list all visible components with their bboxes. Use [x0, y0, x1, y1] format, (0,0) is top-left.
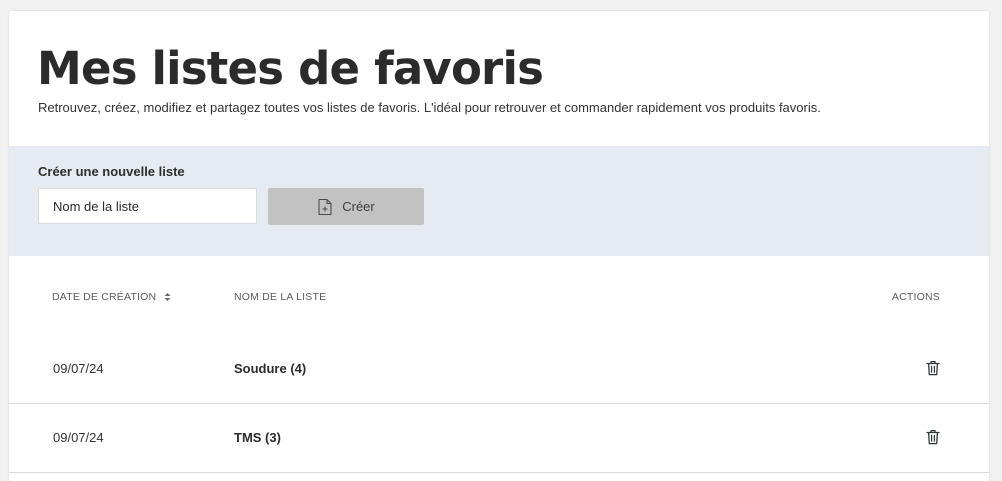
- file-plus-icon: [317, 198, 333, 216]
- create-button-label: Créer: [342, 199, 375, 214]
- list-name-input[interactable]: [38, 188, 257, 224]
- row-list-name[interactable]: Soudure (4): [234, 361, 306, 376]
- page-header: Mes listes de favoris Retrouvez, créez, …: [9, 11, 989, 146]
- trash-icon: [926, 360, 940, 376]
- delete-list-button[interactable]: [925, 359, 941, 377]
- favorites-card: Mes listes de favoris Retrouvez, créez, …: [9, 11, 989, 481]
- create-list-button[interactable]: Créer: [268, 188, 424, 225]
- sort-icon: [164, 292, 171, 302]
- table-row: 09/07/24 TMS (3): [9, 404, 989, 473]
- create-list-panel: Créer une nouvelle liste Créer: [9, 146, 989, 256]
- trash-icon: [926, 429, 940, 445]
- column-header-date[interactable]: DATE DE CRÉATION: [52, 291, 171, 303]
- row-date: 09/07/24: [53, 430, 104, 445]
- page-title: Mes listes de favoris: [37, 42, 544, 95]
- row-list-name[interactable]: TMS (3): [234, 430, 281, 445]
- row-date: 09/07/24: [53, 361, 104, 376]
- delete-list-button[interactable]: [925, 428, 941, 446]
- column-header-date-label: DATE DE CRÉATION: [52, 291, 157, 303]
- table-header: DATE DE CRÉATION NOM DE LA LISTE ACTIONS: [9, 256, 989, 336]
- table-row: 09/07/24 Soudure (4): [9, 335, 989, 404]
- page-subtitle: Retrouvez, créez, modifiez et partagez t…: [38, 100, 821, 115]
- column-header-actions: ACTIONS: [891, 291, 940, 303]
- column-header-name: NOM DE LA LISTE: [234, 291, 327, 303]
- create-list-label: Créer une nouvelle liste: [38, 164, 185, 179]
